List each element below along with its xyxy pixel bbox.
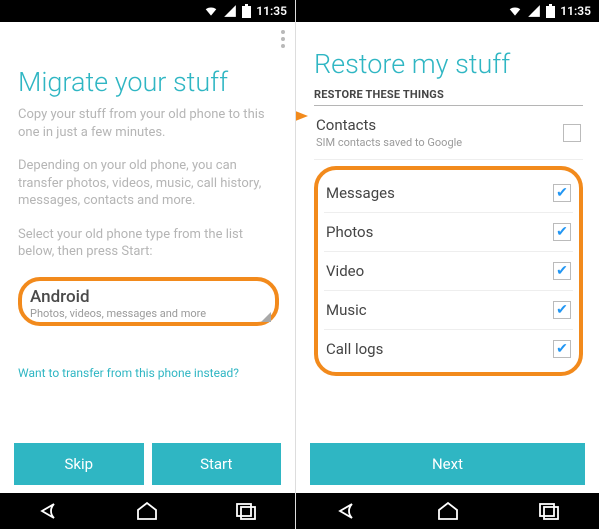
home-icon[interactable] xyxy=(435,501,461,521)
migrate-screen: 11:35 Migrate your stuff Copy your stuff… xyxy=(0,0,295,529)
migrate-content: Migrate your stuff Copy your stuff from … xyxy=(0,22,295,443)
restore-list: Messages ✔ Photos ✔ Video ✔ Music ✔ Call… xyxy=(314,166,583,376)
phone-type-dropdown[interactable]: Android Photos, videos, messages and mor… xyxy=(18,277,279,326)
android-nav-bar xyxy=(296,493,599,529)
wifi-icon xyxy=(508,4,522,18)
recent-apps-icon[interactable] xyxy=(233,501,259,521)
page-subtitle: Copy your stuff from your old phone to t… xyxy=(18,106,279,141)
restore-row[interactable]: Video ✔ xyxy=(324,252,573,291)
checkbox[interactable] xyxy=(563,124,581,142)
restore-row[interactable]: Call logs ✔ xyxy=(324,330,573,368)
transfer-link[interactable]: Want to transfer from this phone instead… xyxy=(18,366,279,380)
checkbox[interactable]: ✔ xyxy=(553,301,571,319)
row-sublabel: SIM contacts saved to Google xyxy=(316,136,462,149)
signal-icon xyxy=(223,4,237,18)
info-paragraph-2: Select your old phone type from the list… xyxy=(18,226,279,261)
dropdown-sublabel: Photos, videos, messages and more xyxy=(30,307,267,320)
dropdown-handle-icon xyxy=(261,312,271,322)
status-time: 11:35 xyxy=(256,4,287,18)
restore-screen: 11:35 Restore my stuff RESTORE THESE THI… xyxy=(295,0,599,529)
status-bar: 11:35 xyxy=(296,0,599,22)
recent-apps-icon[interactable] xyxy=(536,501,562,521)
checkbox[interactable]: ✔ xyxy=(553,262,571,280)
restore-row[interactable]: Music ✔ xyxy=(324,291,573,330)
row-label: Call logs xyxy=(326,340,383,358)
dropdown-value: Android xyxy=(30,287,267,307)
button-row: Skip Start xyxy=(0,443,295,493)
status-time: 11:35 xyxy=(560,4,591,18)
overflow-menu-icon[interactable] xyxy=(281,30,285,48)
button-row: Next xyxy=(296,443,599,493)
back-icon[interactable] xyxy=(334,501,360,521)
page-title: Migrate your stuff xyxy=(18,66,279,98)
row-label: Video xyxy=(326,262,364,280)
battery-icon xyxy=(242,4,251,18)
back-icon[interactable] xyxy=(36,501,62,521)
battery-icon xyxy=(546,4,555,18)
annotation-arrow-icon xyxy=(296,108,308,124)
next-button[interactable]: Next xyxy=(310,443,585,485)
android-nav-bar xyxy=(0,493,295,529)
row-label: Music xyxy=(326,301,367,319)
restore-row[interactable]: Messages ✔ xyxy=(324,174,573,213)
wifi-icon xyxy=(204,4,218,18)
checkbox[interactable]: ✔ xyxy=(553,340,571,358)
status-bar: 11:35 xyxy=(0,0,295,22)
section-header: RESTORE THESE THINGS xyxy=(314,88,583,106)
restore-row-contacts[interactable]: Contacts SIM contacts saved to Google xyxy=(314,106,583,160)
info-paragraph-1: Depending on your old phone, you can tra… xyxy=(18,157,279,210)
home-icon[interactable] xyxy=(134,501,160,521)
restore-content: Restore my stuff RESTORE THESE THINGS Co… xyxy=(296,22,599,443)
signal-icon xyxy=(527,4,541,18)
restore-row[interactable]: Photos ✔ xyxy=(324,213,573,252)
page-title: Restore my stuff xyxy=(314,48,583,80)
row-label: Photos xyxy=(326,223,373,241)
row-label: Messages xyxy=(326,184,395,202)
checkbox[interactable]: ✔ xyxy=(553,184,571,202)
checkbox[interactable]: ✔ xyxy=(553,223,571,241)
start-button[interactable]: Start xyxy=(152,443,282,485)
skip-button[interactable]: Skip xyxy=(14,443,144,485)
row-label: Contacts xyxy=(316,116,462,134)
